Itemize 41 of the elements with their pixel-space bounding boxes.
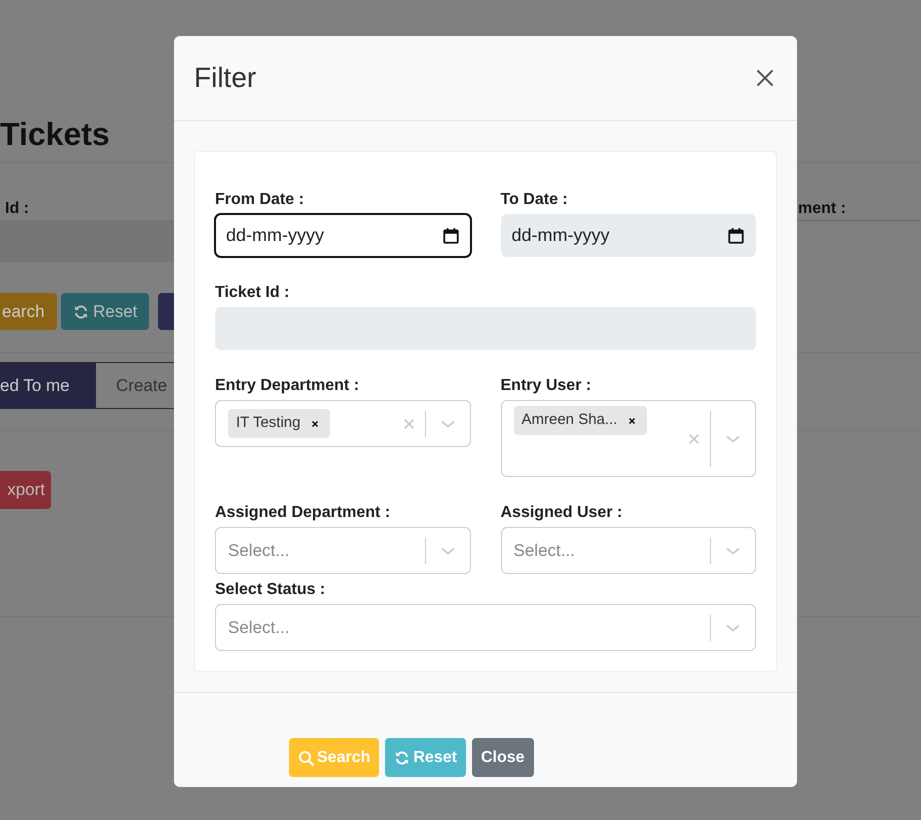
select-field[interactable]: Select... — [215, 527, 470, 574]
chevron-down-icon — [440, 546, 454, 554]
dialog-title: Filter — [194, 61, 256, 95]
field-label: Entry User : — [500, 376, 592, 396]
calendar-icon — [442, 226, 460, 244]
field-label: Id : — [5, 199, 29, 219]
chevron-down-icon — [726, 434, 740, 442]
page-title: Tickets — [0, 115, 110, 154]
select-field[interactable]: Select... — [500, 527, 756, 574]
selected-tag: Amreen Sha... — [514, 406, 648, 435]
button[interactable]: earch — [0, 293, 57, 330]
tab[interactable]: ed To me — [0, 362, 95, 409]
refresh-icon — [394, 750, 410, 766]
clear-icon — [687, 432, 701, 446]
export-button[interactable]: xport — [0, 471, 51, 509]
select-field[interactable]: Select... — [215, 604, 756, 651]
close-button[interactable]: Close — [472, 738, 534, 777]
close-icon — [755, 68, 775, 88]
field-label: Assigned User : — [500, 503, 624, 523]
remove-icon — [627, 416, 638, 426]
remove-icon — [310, 418, 320, 428]
field-label: Assigned Department : — [215, 503, 392, 523]
reset-button[interactable]: Reset — [385, 738, 466, 777]
clear-icon — [402, 416, 416, 430]
chevron-down-icon — [440, 420, 454, 428]
select-field[interactable]: Amreen Sha... — [500, 400, 756, 477]
button[interactable]: Reset — [61, 293, 150, 330]
field-label: Select Status : — [215, 580, 326, 600]
date-field[interactable]: dd-mm-yyyy — [215, 214, 470, 257]
field-label: From Date : — [215, 190, 305, 210]
field-label: Entry Department : — [215, 376, 360, 396]
refresh-icon — [73, 304, 89, 320]
search-icon — [298, 750, 314, 766]
field-label: To Date : — [500, 190, 569, 210]
field-label: ment : — [798, 199, 846, 219]
chevron-down-icon — [726, 624, 740, 632]
select-field[interactable]: IT Testing — [215, 400, 470, 447]
chevron-down-icon — [726, 546, 740, 554]
selected-tag: IT Testing — [228, 409, 330, 438]
field-label: Ticket Id : — [215, 283, 290, 303]
calendar-icon — [727, 226, 745, 244]
